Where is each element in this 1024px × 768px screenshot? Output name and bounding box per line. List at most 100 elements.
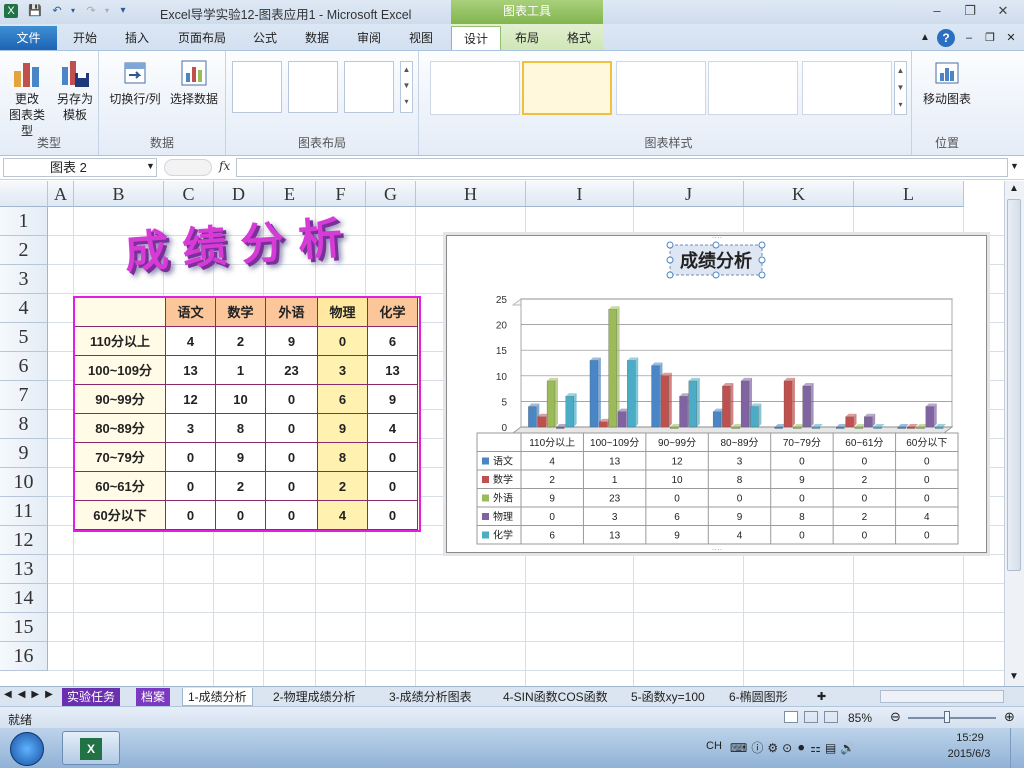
page-layout-view-icon[interactable] [804,711,818,723]
table-value-cell[interactable]: 9 [266,327,318,356]
insert-function-icon[interactable]: fx [219,159,230,173]
bar-数学-60~61分[interactable] [845,413,857,428]
vertical-scrollbar[interactable]: ▲ ▼ [1004,181,1024,686]
row-header-4[interactable]: 4 [0,294,48,323]
column-header-G[interactable]: G [366,181,416,207]
table-value-cell[interactable]: 0 [266,414,318,443]
table-value-cell[interactable]: 13 [166,356,216,385]
layout-thumb-2[interactable] [288,61,338,113]
table-value-cell[interactable]: 1 [216,356,266,385]
tab-home[interactable]: 开始 [66,28,104,48]
tab-design[interactable]: 设计 [451,26,501,51]
table-value-cell[interactable]: 0 [368,501,418,530]
table-value-cell[interactable]: 2 [216,472,266,501]
change-chart-type-button[interactable]: 更改 图表类型 [4,57,50,139]
table-value-cell[interactable]: 4 [166,327,216,356]
style-thumb-red[interactable] [708,61,798,115]
table-value-cell[interactable]: 2 [216,327,266,356]
style-gallery-scroll[interactable]: ▲ ▼ ▾ [894,61,907,115]
scroll-up-icon[interactable]: ▲ [1009,183,1019,194]
tab-page-layout[interactable]: 页面布局 [172,28,232,48]
column-header-K[interactable]: K [744,181,854,207]
save-as-template-button[interactable]: 另存为 模板 [54,57,96,123]
column-header-B[interactable]: B [74,181,164,207]
table-value-cell[interactable]: 0 [166,501,216,530]
table-value-cell[interactable]: 9 [216,443,266,472]
doc-minimize-icon[interactable]: – [962,28,976,48]
tab-view[interactable]: 视图 [402,28,440,48]
sheet-tab-archive[interactable]: 档案 [136,688,171,706]
vertical-scroll-thumb[interactable] [1007,199,1021,571]
close-icon[interactable]: ✕ [990,2,1016,20]
table-value-cell[interactable]: 4 [318,501,368,530]
move-chart-button[interactable]: 移动图表 [918,57,976,107]
bar-物理-70~79分[interactable] [802,383,814,428]
bar-化学-90~99分[interactable] [688,377,700,428]
input-language[interactable]: CH [706,740,722,752]
table-header-cell[interactable]: 外语 [266,298,318,327]
table-row-label[interactable]: 80~89分 [75,414,166,443]
table-value-cell[interactable]: 23 [266,356,318,385]
redo-dropdown-icon[interactable]: ▾ [100,4,114,18]
expand-formula-bar-icon[interactable]: ▼ [1010,161,1019,171]
horizontal-scrollbar[interactable] [880,690,1004,703]
column-header-I[interactable]: I [526,181,634,207]
table-value-cell[interactable]: 0 [266,443,318,472]
row-header-5[interactable]: 5 [0,323,48,352]
row-header-3[interactable]: 3 [0,265,48,294]
table-value-cell[interactable]: 0 [216,501,266,530]
switch-row-col-button[interactable]: 切换行/列 [105,57,165,107]
table-value-cell[interactable]: 9 [318,414,368,443]
tab-formulas[interactable]: 公式 [247,28,283,48]
table-corner-cell[interactable] [75,298,166,327]
layout-thumb-1[interactable] [232,61,282,113]
row-header-7[interactable]: 7 [0,381,48,410]
column-header-D[interactable]: D [214,181,264,207]
tab-review[interactable]: 审阅 [350,28,388,48]
row-header-15[interactable]: 15 [0,613,48,642]
show-desktop-button[interactable] [1010,728,1024,768]
table-value-cell[interactable]: 9 [368,385,418,414]
insert-sheet-icon[interactable]: ✚ [812,688,831,706]
help-icon[interactable]: ? [937,29,955,47]
customize-qat-icon[interactable]: ▾ [116,4,130,18]
formula-resize-handle[interactable] [164,159,212,176]
score-table[interactable]: 语文 数学 外语 物理 化学 110分以上 4 2 9 0 6 100~109分 13 1 23 3 13 90~… [73,296,421,532]
page-break-view-icon[interactable] [824,711,838,723]
tab-format[interactable]: 格式 [560,28,598,48]
style-thumb-green[interactable] [802,61,892,115]
worksheet-grid[interactable]: ABCDEFGHIJKL 1 2 3 4 5 6 7 8 9 10 11 12 13 14 15 16 成绩分… [0,181,1004,686]
table-value-cell[interactable]: 4 [368,414,418,443]
table-header-cell[interactable]: 数学 [216,298,266,327]
restore-icon[interactable]: ❐ [957,2,983,20]
table-value-cell[interactable]: 0 [266,472,318,501]
table-value-cell[interactable]: 3 [318,356,368,385]
wordart-title[interactable]: 成绩分析 [122,201,358,281]
table-value-cell[interactable]: 0 [266,501,318,530]
column-header-H[interactable]: H [416,181,526,207]
bar-数学-70~79分[interactable] [783,377,795,428]
bar-语文-100~109分[interactable] [589,357,601,428]
row-header-6[interactable]: 6 [0,352,48,381]
table-row-label[interactable]: 60~61分 [75,472,166,501]
table-value-cell[interactable]: 0 [166,443,216,472]
table-value-cell[interactable]: 13 [368,356,418,385]
row-header-8[interactable]: 8 [0,410,48,439]
column-header-A[interactable]: A [48,181,74,207]
tab-insert[interactable]: 插入 [118,28,156,48]
table-row-label[interactable]: 90~99分 [75,385,166,414]
zoom-in-icon[interactable]: ⊕ [1004,709,1015,725]
table-row-label[interactable]: 110分以上 [75,327,166,356]
table-row-label[interactable]: 60分以下 [75,501,166,530]
undo-dropdown-icon[interactable]: ▾ [66,4,80,18]
minimize-icon[interactable]: – [924,2,950,20]
zoom-out-icon[interactable]: ⊖ [890,709,901,725]
row-header-16[interactable]: 16 [0,642,48,671]
select-data-button[interactable]: 选择数据 [166,57,222,107]
row-header-2[interactable]: 2 [0,236,48,265]
name-box-dropdown-icon[interactable]: ▼ [146,161,155,171]
sheet-tab-tasks[interactable]: 实验任务 [62,688,121,706]
undo-icon[interactable]: ↶ [50,4,64,18]
table-row-label[interactable]: 100~109分 [75,356,166,385]
row-header-11[interactable]: 11 [0,497,48,526]
